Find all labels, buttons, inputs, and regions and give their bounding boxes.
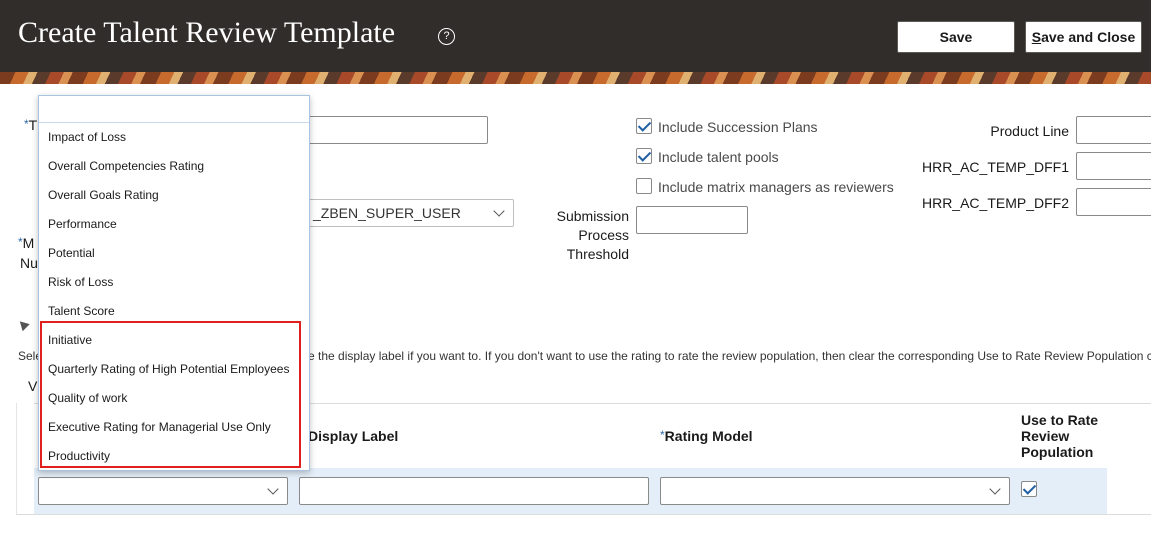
dff2-label: HRR_AC_TEMP_DFF2 [921,195,1069,211]
dropdown-item[interactable]: Performance [48,217,117,231]
dropdown-item[interactable]: Potential [48,246,95,260]
role-select[interactable]: _ZBEN_SUPER_USER [296,199,514,227]
page-title: Create Talent Review Template [18,16,396,49]
column-rating-model-text: Rating Model [664,428,753,444]
dropdown-item[interactable]: Talent Score [48,304,115,318]
template-name-label: *T [24,117,37,133]
dff1-label: HRR_AC_TEMP_DFF1 [921,159,1069,175]
submission-threshold-label-3: Threshold [566,246,629,262]
display-label-input[interactable] [299,477,649,505]
chevron-down-icon [493,205,505,217]
save-and-close-access-key: S [1031,29,1042,45]
dropdown-item[interactable]: Overall Goals Rating [48,188,159,202]
dropdown-item[interactable]: Risk of Loss [48,275,113,289]
include-talent-pools-checkbox[interactable] [636,148,652,164]
header-banner-pattern [0,72,1151,84]
use-to-rate-checkbox[interactable] [1021,481,1037,497]
dropdown-item[interactable]: Overall Competencies Rating [48,159,204,173]
manager-level-label: *M [18,235,34,251]
template-name-input[interactable] [296,116,488,144]
question-circle-icon[interactable]: ? [438,28,455,45]
submission-threshold-input[interactable] [636,206,748,234]
row-selector-gutter [16,403,34,515]
section-instruction: e the display label if you want to. If y… [308,349,1151,363]
column-use-to-rate-1: Use to Rate [1021,412,1099,428]
table-row-divider [16,514,1151,515]
chevron-down-icon [989,483,1001,495]
manager-level-label-line1: M [22,235,35,251]
column-display-label: Display Label [308,428,399,444]
manager-level-label-line2: Nu [20,255,38,271]
save-button[interactable]: Save [897,21,1015,53]
dropdown-item[interactable]: Impact of Loss [48,130,126,144]
product-line-input[interactable] [1076,116,1151,144]
highlight-annotation-box [40,321,301,468]
submission-threshold-label-2: Process [578,227,629,243]
rating-model-select[interactable] [660,477,1010,505]
column-use-to-rate-3: Population [1021,444,1094,460]
section-collapse-icon[interactable] [16,317,30,332]
save-and-close-label: ave and Close [1041,29,1136,45]
role-select-value: _ZBEN_SUPER_USER [313,205,461,221]
dff2-input[interactable] [1076,188,1151,216]
dff1-input[interactable] [1076,152,1151,180]
view-menu[interactable]: V [28,378,37,394]
include-talent-pools-label: Include talent pools [658,149,779,165]
chevron-down-icon [267,483,279,495]
product-line-label: Product Line [990,123,1069,139]
save-and-close-button[interactable]: Save and Close [1025,21,1142,53]
dropdown-filter-input[interactable] [39,96,309,123]
include-succession-checkbox[interactable] [636,118,652,134]
include-matrix-managers-checkbox[interactable] [636,178,652,194]
template-name-label-text: T [28,117,38,133]
include-succession-label: Include Succession Plans [658,119,818,135]
column-use-to-rate-2: Review [1021,428,1070,444]
column-rating-model: *Rating Model [660,428,753,444]
submission-threshold-label-1: Submission [556,208,629,224]
include-matrix-managers-label: Include matrix managers as reviewers [658,179,894,195]
rating-select[interactable] [38,477,288,505]
